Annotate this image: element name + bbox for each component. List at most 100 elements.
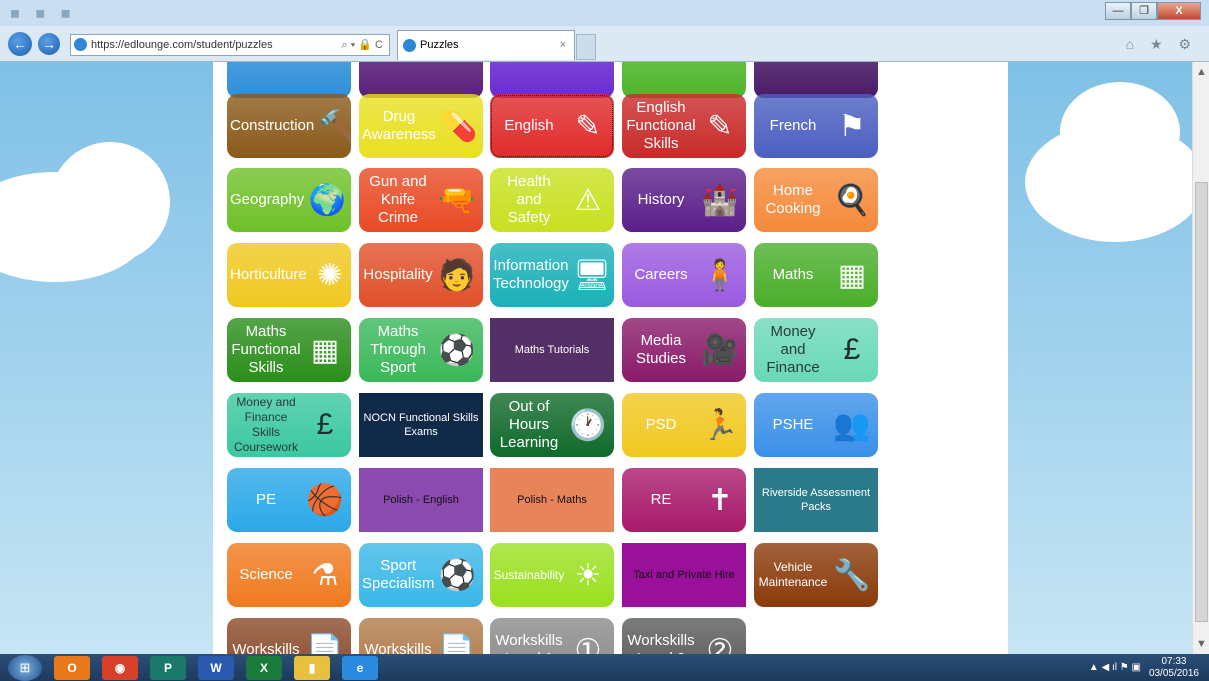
back-button[interactable]: ←	[8, 32, 32, 56]
tile-label: English Functional Skills	[626, 99, 696, 152]
tab-title: Puzzles	[420, 39, 459, 51]
tile-workskills-level-1[interactable]: Workskills Level 1 ①	[490, 618, 614, 654]
tile-careers[interactable]: Careers 🧍	[622, 243, 746, 307]
pencil-icon: ✎	[575, 109, 601, 143]
tile-construction[interactable]: Construction 🔨	[227, 94, 351, 158]
tile-maths-functional-skills[interactable]: Maths Functional Skills ▦	[227, 318, 351, 382]
tray-icons[interactable]: ▲ ◀ ıl ⚑ ▣	[1089, 662, 1141, 673]
browser-tool-icons[interactable]: ⌂ ★ ⚙	[1126, 36, 1197, 53]
tile-nocn-functional-skills-exams[interactable]: NOCN Functional Skills Exams	[359, 393, 483, 457]
tile-partial-tile-0[interactable]	[227, 62, 351, 98]
tile-partial-tile-3[interactable]	[622, 62, 746, 98]
tile-label: Workskills	[232, 641, 300, 654]
clock[interactable]: 07:33 03/05/2016	[1149, 656, 1199, 680]
taskbar-excel-icon[interactable]: X	[246, 655, 282, 680]
tile-french[interactable]: French ⚑	[754, 94, 878, 158]
forward-button[interactable]: →	[38, 33, 60, 55]
tile-taxi-and-private-hire[interactable]: Taxi and Private Hire	[622, 543, 746, 607]
flag-icon: ⚑	[838, 109, 866, 143]
tile-media-studies[interactable]: Media Studies 🎥	[622, 318, 746, 382]
tile-maths-tutorials[interactable]: Maths Tutorials	[490, 318, 614, 382]
tile-label: Home Cooking	[765, 182, 821, 217]
taskbar-chrome-icon[interactable]: ◉	[102, 655, 138, 680]
tile-health-and-safety[interactable]: Health and Safety ⚠	[490, 168, 614, 232]
scroll-down-icon[interactable]: ▼	[1196, 638, 1207, 650]
ball-abacus-icon: ⚽	[438, 333, 476, 367]
tile-pe[interactable]: PE 🏀	[227, 468, 351, 532]
tile-partial-tile-4[interactable]	[754, 62, 878, 98]
tile-re[interactable]: RE ✝	[622, 468, 746, 532]
tile-hospitality[interactable]: Hospitality 🧑	[359, 243, 483, 307]
site-favicon-icon	[74, 38, 87, 51]
tile-workskills[interactable]: Workskills 📄	[227, 618, 351, 654]
group-icon: 👥	[833, 408, 871, 442]
address-bar[interactable]: https://edlounge.com/student/puzzles ⌕ ▾…	[70, 34, 390, 56]
vertical-scrollbar[interactable]: ▲ ▼	[1192, 62, 1209, 654]
scroll-up-icon[interactable]: ▲	[1196, 66, 1207, 78]
tab-puzzles[interactable]: Puzzles ×	[397, 30, 575, 60]
tile-drug-awareness[interactable]: Drug Awareness 💊	[359, 94, 483, 158]
minimize-button[interactable]: —	[1105, 2, 1131, 20]
tile-label: Workskills Level 2	[627, 632, 695, 654]
tile-label: Maths Functional Skills	[231, 323, 301, 376]
tile-maths[interactable]: Maths ▦	[754, 243, 878, 307]
tile-maths-through-sport[interactable]: Maths Through Sport ⚽	[359, 318, 483, 382]
tile-gun-and-knife-crime[interactable]: Gun and Knife Crime 🔫	[359, 168, 483, 232]
close-window-button[interactable]: X	[1157, 2, 1201, 20]
tile-label: Geography	[230, 191, 305, 208]
new-tab-button[interactable]	[576, 34, 596, 60]
tile-horticulture[interactable]: Horticulture ✺	[227, 243, 351, 307]
tile-science[interactable]: Science ⚗	[227, 543, 351, 607]
castle-icon: 🏰	[701, 183, 739, 217]
waiter-icon: 🧑	[438, 258, 476, 292]
tile-partial-tile-1[interactable]	[359, 62, 483, 98]
gun-icon: 🔫	[438, 183, 476, 217]
tile-money-and-finance[interactable]: Money and Finance £	[754, 318, 878, 382]
tile-out-of-hours-learning[interactable]: Out of Hours Learning 🕐	[490, 393, 614, 457]
tile-label: Maths Through Sport	[370, 323, 426, 376]
taskbar-word-icon[interactable]: W	[198, 655, 234, 680]
level1-icon: ①	[574, 633, 602, 655]
tile-polish-maths[interactable]: Polish - Maths	[490, 468, 614, 532]
tile-label: Horticulture	[230, 266, 307, 283]
taskbar-outlook-icon[interactable]: O	[54, 655, 90, 680]
start-button[interactable]: ⊞	[8, 654, 42, 681]
clock-time: 07:33	[1161, 655, 1187, 667]
scrollbar-thumb[interactable]	[1195, 182, 1208, 622]
address-controls[interactable]: ⌕ ▾ 🔒 C	[341, 35, 383, 55]
maximize-button[interactable]: ❐	[1131, 2, 1157, 20]
tile-partial-tile-2[interactable]	[490, 62, 614, 98]
tile-riverside-assessment-packs[interactable]: Riverside Assessment Packs	[754, 468, 878, 532]
flask-icon: ⚗	[311, 558, 339, 592]
tile-polish-english[interactable]: Polish - English	[359, 468, 483, 532]
tab-close-icon[interactable]: ×	[560, 31, 566, 59]
taskbar-ie-icon[interactable]: e	[342, 655, 378, 680]
tile-home-cooking[interactable]: Home Cooking 🍳	[754, 168, 878, 232]
tile-psd[interactable]: PSD 🏃	[622, 393, 746, 457]
tile-vehicle-maintenance[interactable]: Vehicle Maintenance 🔧	[754, 543, 878, 607]
tile-label: Vehicle Maintenance	[758, 560, 828, 589]
tile-label: Maths Tutorials	[514, 344, 590, 356]
pound-icon: £	[843, 333, 861, 366]
taskbar-publisher-icon[interactable]: P	[150, 655, 186, 680]
tile-pshe[interactable]: PSHE 👥	[754, 393, 878, 457]
tile-money-and-finance-skills-coursework[interactable]: Money and Finance Skills Coursework £	[227, 393, 351, 457]
tile-label: Information Technology	[493, 257, 569, 292]
camera-icon: 🎥	[701, 333, 739, 367]
window-controls: — ❐ X	[1105, 2, 1201, 20]
tile-sport-specialism[interactable]: Sport Specialism ⚽	[359, 543, 483, 607]
tile-workskills[interactable]: Workskills 📄	[359, 618, 483, 654]
tools-icon: 🔨	[318, 109, 351, 143]
abacus-icon: ▦	[837, 258, 867, 292]
tile-history[interactable]: History 🏰	[622, 168, 746, 232]
tile-english-functional-skills[interactable]: English Functional Skills ✎	[622, 94, 746, 158]
tile-information-technology[interactable]: Information Technology 🖥	[490, 243, 614, 307]
taskbar-folder-icon[interactable]: ▮	[294, 655, 330, 680]
window-titlebar: ◼ ◼ ◼ — ❐ X	[0, 0, 1209, 26]
tile-workskills-level-2[interactable]: Workskills Level 2 ②	[622, 618, 746, 654]
tile-label: Drug Awareness	[362, 108, 436, 143]
tile-geography[interactable]: Geography 🌍	[227, 168, 351, 232]
tile-english[interactable]: English ✎	[490, 94, 614, 158]
windows-taskbar: ⊞ O ◉ P W X ▮ e ▲ ◀ ıl ⚑ ▣ 07:33 03/05/2016	[0, 654, 1209, 681]
tile-sustainability[interactable]: Sustainability ☀	[490, 543, 614, 607]
